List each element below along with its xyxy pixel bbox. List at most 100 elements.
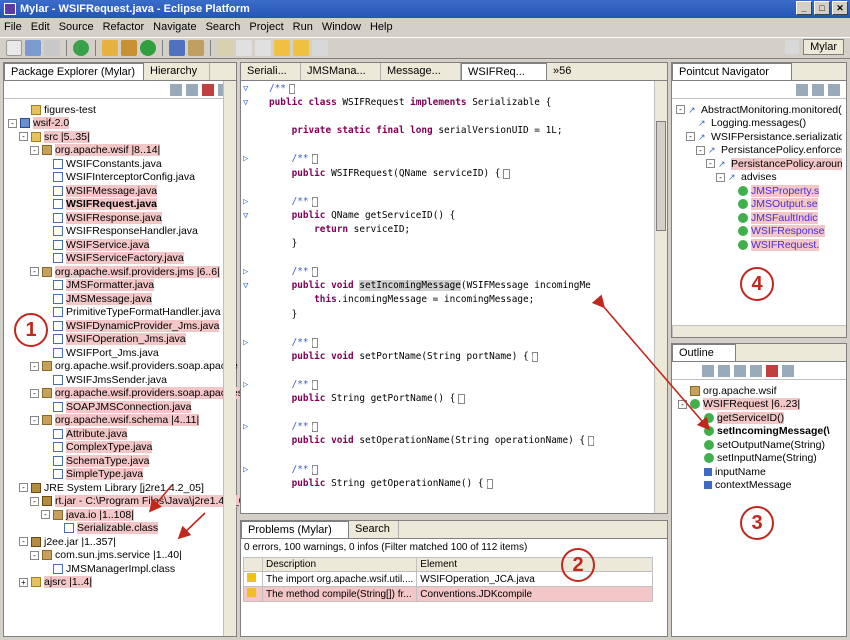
annotation-icon[interactable]: [236, 40, 252, 56]
search-icon[interactable]: [188, 40, 204, 56]
hide-static-icon[interactable]: [734, 364, 746, 377]
package-tree-row[interactable]: + ajsrc |1..4|: [8, 576, 230, 590]
package-tree-row[interactable]: WSIFService.java: [8, 238, 230, 252]
code-line[interactable]: ▷ /** □: [243, 420, 639, 434]
menu-file[interactable]: File: [4, 21, 22, 33]
tab-search[interactable]: Search: [349, 521, 399, 538]
code-line[interactable]: public String getOperationName() {□: [255, 477, 639, 491]
package-tree-row[interactable]: Attribute.java: [8, 427, 230, 441]
tab-wsifrequest[interactable]: WSIFReq...: [461, 63, 547, 80]
code-line[interactable]: ▷ /** □: [243, 195, 639, 209]
fold-marker-icon[interactable]: ▽: [243, 96, 248, 110]
expand-toggle-icon[interactable]: -: [19, 483, 28, 493]
code-line[interactable]: }: [255, 308, 639, 322]
outline-tree-row[interactable]: setIncomingMessage(\: [678, 425, 844, 439]
expand-toggle-icon[interactable]: -: [19, 537, 28, 547]
fold-marker-icon[interactable]: ▷: [243, 152, 248, 166]
code-area[interactable]: ▽/** □ ▽ public class WSIFRequest implement…: [243, 82, 639, 491]
outline-tree-row[interactable]: setInputName(String): [678, 452, 844, 466]
code-line[interactable]: [255, 364, 639, 378]
fold-marker-icon[interactable]: ▷: [243, 336, 248, 350]
close-button[interactable]: ✕: [832, 1, 848, 15]
fold-marker-icon[interactable]: ▽: [243, 209, 248, 223]
package-tree-row[interactable]: - wsif-2.0: [8, 117, 230, 131]
outline-tree-row[interactable]: contextMessage: [678, 479, 844, 493]
package-tree-row[interactable]: JMSMessage.java: [8, 292, 230, 306]
package-tree-row[interactable]: - org.apache.wsif |8..14|: [8, 144, 230, 158]
package-tree-row[interactable]: - j2ee.jar |1..357|: [8, 535, 230, 549]
package-tree-row[interactable]: WSIFResponse.java: [8, 211, 230, 225]
pointcut-tree-row[interactable]: - ↗ PersistancePolicy.aroun: [676, 157, 842, 171]
forward-icon[interactable]: [812, 83, 824, 96]
last-edit-icon[interactable]: [312, 40, 328, 56]
package-tree-row[interactable]: SOAPJMSConnection.java: [8, 400, 230, 414]
package-tree-row[interactable]: WSIFRequest.java: [8, 198, 230, 212]
pointcut-tree-row[interactable]: - ↗ advises: [676, 171, 842, 185]
collapse-all-icon[interactable]: [170, 83, 182, 96]
code-line[interactable]: public String getPortName() {□: [255, 392, 639, 406]
package-tree-row[interactable]: - org.apache.wsif.providers.soap.apaches: [8, 387, 243, 401]
code-line[interactable]: ▽ public void setIncomingMessage(WSIFMes…: [243, 279, 639, 293]
maximize-button[interactable]: □: [814, 1, 830, 15]
tab-message[interactable]: Message...: [381, 63, 461, 80]
pointcut-tree-row[interactable]: - ↗ AbstractMonitoring.monitored(): [676, 103, 842, 117]
menu-source[interactable]: Source: [59, 21, 94, 33]
expand-toggle-icon[interactable]: -: [8, 118, 17, 128]
sort-icon[interactable]: [702, 364, 714, 377]
outline-tree-row[interactable]: org.apache.wsif: [678, 384, 844, 398]
package-tree-row[interactable]: - JRE System Library [j2re1.4.2_05]: [8, 481, 230, 495]
pointcut-tree-row[interactable]: JMSOutput.se: [676, 198, 842, 212]
code-line[interactable]: ▷ /** □: [243, 265, 639, 279]
menu-window[interactable]: Window: [322, 21, 361, 33]
code-line[interactable]: [255, 138, 639, 152]
menu-run[interactable]: Run: [293, 21, 313, 33]
new-icon[interactable]: [6, 40, 22, 56]
expand-toggle-icon[interactable]: -: [686, 132, 695, 142]
fold-marker-icon[interactable]: ▷: [243, 420, 248, 434]
code-line[interactable]: }: [255, 237, 639, 251]
pointcut-tree-row[interactable]: WSIFResponse: [676, 225, 842, 239]
package-tree-row[interactable]: - java.io |1..108|: [8, 508, 230, 522]
back-icon[interactable]: [274, 40, 290, 56]
expand-toggle-icon[interactable]: +: [19, 577, 28, 587]
expand-toggle-icon[interactable]: -: [30, 361, 39, 371]
fold-marker-icon[interactable]: ▷: [243, 378, 248, 392]
outline-tree-row[interactable]: - WSIFRequest |6..23|: [678, 398, 844, 412]
code-line[interactable]: [255, 251, 639, 265]
code-line[interactable]: public void setOperationName(String oper…: [255, 434, 639, 448]
new-class-icon[interactable]: [121, 40, 137, 56]
expand-toggle-icon[interactable]: -: [30, 415, 39, 425]
code-line[interactable]: public void setPortName(String portName)…: [255, 350, 639, 364]
package-tree-row[interactable]: WSIFConstants.java: [8, 157, 230, 171]
hide-fields-icon[interactable]: [718, 364, 730, 377]
perspective-mylar-button[interactable]: Mylar: [803, 39, 844, 55]
forward-icon[interactable]: [293, 40, 309, 56]
menu-help[interactable]: Help: [370, 21, 393, 33]
menu-edit[interactable]: Edit: [31, 21, 50, 33]
package-tree-row[interactable]: figures-test: [8, 103, 230, 117]
code-line[interactable]: [255, 406, 639, 420]
tab-hierarchy[interactable]: Hierarchy: [144, 63, 210, 80]
expand-toggle-icon[interactable]: -: [696, 145, 705, 155]
mylar-filter-icon[interactable]: [202, 83, 214, 96]
code-line[interactable]: ▽ /** □: [243, 82, 639, 96]
fold-marker-icon[interactable]: ▷: [243, 265, 248, 279]
expand-toggle-icon[interactable]: -: [676, 105, 685, 115]
code-line[interactable]: ▽ public QName getServiceID() {: [243, 209, 639, 223]
open-perspective-icon[interactable]: [785, 40, 800, 54]
tab-pointcut-navigator[interactable]: Pointcut Navigator: [672, 63, 792, 80]
package-tree-row[interactable]: WSIFJmsSender.java: [8, 373, 230, 387]
tab-problems[interactable]: Problems (Mylar): [241, 521, 349, 538]
expand-toggle-icon[interactable]: -: [30, 145, 39, 155]
outline-tree-row[interactable]: inputName: [678, 465, 844, 479]
save-icon[interactable]: [25, 40, 41, 56]
mylar-filter-icon[interactable]: [766, 364, 778, 377]
editor-scroll-thumb[interactable]: [656, 121, 666, 231]
editor-scrollbar[interactable]: [654, 81, 667, 513]
menu-project[interactable]: Project: [249, 21, 283, 33]
tab-outline[interactable]: Outline: [672, 344, 736, 361]
fold-marker-icon[interactable]: ▷: [243, 463, 248, 477]
fold-marker-icon[interactable]: ▽: [243, 279, 248, 293]
problems-header-element[interactable]: Element: [416, 557, 653, 572]
package-explorer-scrollbar[interactable]: [223, 81, 236, 636]
